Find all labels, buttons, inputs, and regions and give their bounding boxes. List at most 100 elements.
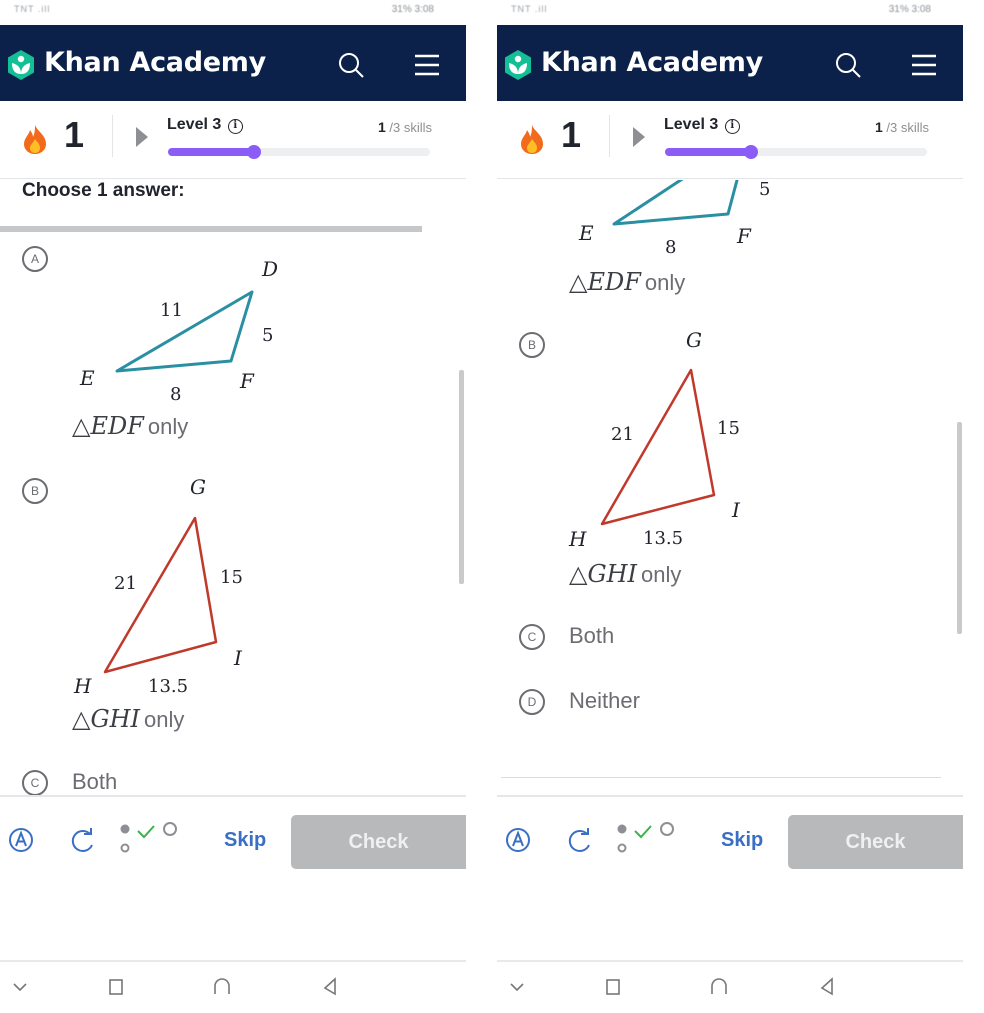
- status-bar: TNT .ill 31% 3:08: [0, 0, 466, 25]
- level-progress-knob: [247, 145, 262, 159]
- level-label: Level 3 i: [664, 116, 740, 134]
- hint-icon[interactable]: [505, 827, 531, 853]
- vertex-label: H: [73, 674, 92, 698]
- choice-a-label: △EDF only: [72, 412, 188, 440]
- streak-count: 1: [64, 114, 85, 155]
- vertex-label: I: [233, 646, 243, 670]
- choice-c-text: Both: [72, 769, 118, 794]
- choice-d-letter[interactable]: D: [519, 689, 545, 715]
- attempt-dots-icon: [617, 822, 674, 853]
- triangle-edf: [612, 180, 739, 226]
- skills-total: /3 skills: [385, 120, 432, 135]
- choice-a-math: △EDF: [569, 268, 641, 296]
- brand-name[interactable]: Khan Academy: [44, 47, 266, 78]
- hamburger-menu-icon[interactable]: [412, 52, 442, 78]
- choice-a-label: △EDF only: [569, 268, 685, 296]
- vertex-label: G: [190, 475, 206, 499]
- info-icon[interactable]: i: [227, 119, 243, 134]
- back-icon[interactable]: [320, 976, 340, 996]
- choice-c-letter[interactable]: C: [22, 770, 48, 795]
- choice-a-suffix: only: [147, 414, 189, 439]
- choice-c-letter[interactable]: C: [519, 624, 545, 650]
- side-label: 15: [717, 418, 740, 439]
- question-content: E F 5 8 △EDF only B G H I 21 15 13.5 △GHI…: [497, 180, 963, 795]
- level-text: Level 3: [664, 116, 719, 133]
- chevron-down-icon[interactable]: [10, 976, 30, 996]
- top-nav-bar: Khan Academy: [497, 25, 963, 101]
- hint-icon[interactable]: [8, 827, 34, 853]
- level-progress-fill: [168, 148, 255, 156]
- mastery-progress-bar: 1 Level 3 i 1 /3 skills: [0, 101, 466, 179]
- khan-academy-logo-icon[interactable]: [6, 49, 36, 81]
- choice-c-text: Both: [569, 623, 615, 648]
- battery-time: 31% 3:08: [391, 4, 434, 15]
- streak-flame-icon: [521, 125, 543, 154]
- choice-a-suffix: only: [644, 270, 686, 295]
- level-label: Level 3 i: [167, 116, 243, 134]
- retry-icon[interactable]: [68, 827, 98, 855]
- vertex-label: I: [731, 498, 741, 522]
- chevron-down-icon[interactable]: [507, 976, 527, 996]
- side-label: 21: [114, 573, 137, 594]
- exercise-footer: Skip Check: [0, 795, 466, 887]
- vertex-label: E: [79, 366, 95, 390]
- back-icon[interactable]: [817, 976, 837, 996]
- skills-count: 1 /3 skills: [875, 119, 929, 135]
- choice-a-math: △EDF: [72, 412, 144, 440]
- recents-icon[interactable]: [603, 976, 623, 996]
- search-icon[interactable]: [833, 50, 863, 80]
- choice-d-text: Neither: [569, 688, 640, 713]
- check-button[interactable]: Check: [788, 815, 963, 869]
- vertex-label: E: [578, 221, 594, 245]
- side-label: 8: [665, 237, 676, 258]
- vertex-label: G: [686, 328, 702, 352]
- level-progress-track: [665, 145, 927, 159]
- search-icon[interactable]: [336, 50, 366, 80]
- play-icon[interactable]: [633, 127, 645, 147]
- skip-button[interactable]: Skip: [721, 829, 763, 852]
- carrier-signal: TNT .ill: [14, 4, 51, 14]
- play-icon[interactable]: [136, 127, 148, 147]
- carrier-signal: TNT .ill: [511, 4, 548, 14]
- skills-done: 1: [874, 119, 883, 135]
- choice-b-label: △GHI only: [72, 705, 184, 733]
- skip-button[interactable]: Skip: [224, 829, 266, 852]
- home-icon[interactable]: [709, 976, 729, 996]
- side-label: 13.5: [148, 676, 188, 697]
- choice-b-letter[interactable]: B: [22, 478, 48, 504]
- retry-icon[interactable]: [565, 827, 595, 855]
- android-nav-bar: [497, 960, 963, 1013]
- triangle-ghi: [600, 368, 716, 526]
- divider: [112, 115, 113, 157]
- divider: [609, 115, 610, 157]
- status-bar: TNT .ill 31% 3:08: [497, 0, 963, 25]
- android-nav-bar: [0, 960, 466, 1013]
- side-label: 13.5: [643, 528, 683, 549]
- side-label: 8: [170, 384, 181, 405]
- home-icon[interactable]: [212, 976, 232, 996]
- triangle-ghi: [103, 516, 218, 674]
- choice-b-math: △GHI: [72, 705, 141, 733]
- scrollbar[interactable]: [459, 370, 464, 584]
- khan-academy-logo-icon[interactable]: [503, 49, 533, 81]
- attempt-dots-icon: [120, 822, 177, 853]
- level-text: Level 3: [167, 116, 222, 133]
- choice-b-letter[interactable]: B: [519, 332, 545, 358]
- skills-done: 1: [377, 119, 386, 135]
- choice-a-letter[interactable]: A: [22, 246, 48, 272]
- recents-icon[interactable]: [106, 976, 126, 996]
- skills-count: 1 /3 skills: [378, 119, 432, 135]
- scrollbar[interactable]: [957, 422, 962, 634]
- vertex-label: H: [568, 527, 587, 551]
- hamburger-menu-icon[interactable]: [909, 52, 939, 78]
- info-icon[interactable]: i: [724, 119, 740, 134]
- check-button[interactable]: Check: [291, 815, 466, 869]
- side-label: 5: [262, 325, 273, 346]
- choice-b-label: △GHI only: [569, 560, 681, 588]
- streak-count: 1: [561, 114, 582, 155]
- question-prompt: Choose 1 answer:: [22, 180, 185, 201]
- separator: [0, 226, 422, 232]
- battery-time: 31% 3:08: [888, 4, 931, 15]
- brand-name[interactable]: Khan Academy: [541, 47, 763, 78]
- skills-total: /3 skills: [882, 120, 929, 135]
